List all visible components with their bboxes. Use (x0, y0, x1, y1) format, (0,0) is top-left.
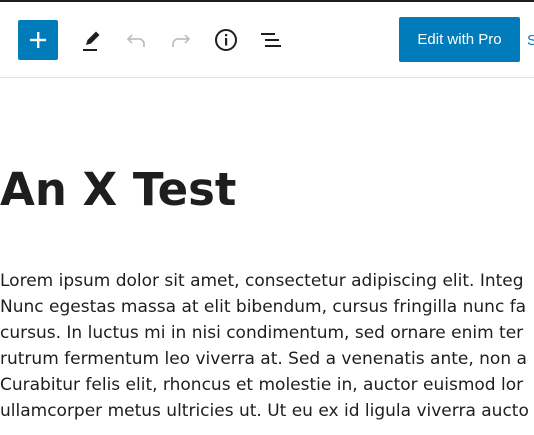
paragraph-line: Curabitur felis elit, rhoncus et molesti… (0, 375, 524, 395)
editor-toolbar: Edit with Pro S (0, 2, 534, 78)
pencil-icon (78, 27, 104, 53)
paragraph-line: Lorem ipsum dolor sit amet, consectetur … (0, 271, 524, 291)
paragraph-line: ullamcorper metus ultricies ut. Ut eu ex… (0, 401, 529, 421)
details-button[interactable] (208, 22, 244, 58)
undo-button[interactable] (118, 22, 154, 58)
redo-icon (168, 27, 194, 53)
clipped-toolbar-link[interactable]: S (527, 32, 534, 49)
info-icon (213, 27, 239, 53)
paragraph-line: Nunc egestas massa at elit bibendum, cur… (0, 297, 527, 317)
edit-with-pro-label: Edit with Pro (417, 31, 502, 48)
post-title[interactable]: An X Test (0, 160, 236, 220)
tools-button[interactable] (73, 22, 109, 58)
list-view-icon (258, 27, 284, 53)
paragraph-line: rutrum fermentum leo viverra at. Sed a v… (0, 349, 527, 369)
undo-icon (123, 27, 149, 53)
list-view-button[interactable] (253, 22, 289, 58)
paragraph-line: cursus. In luctus mi in nisi condimentum… (0, 323, 524, 343)
post-content[interactable]: Lorem ipsum dolor sit amet, consectetur … (0, 268, 534, 424)
add-block-button[interactable] (18, 20, 58, 60)
edit-with-pro-button[interactable]: Edit with Pro (399, 17, 520, 62)
redo-button[interactable] (163, 22, 199, 58)
plus-icon (28, 30, 48, 50)
